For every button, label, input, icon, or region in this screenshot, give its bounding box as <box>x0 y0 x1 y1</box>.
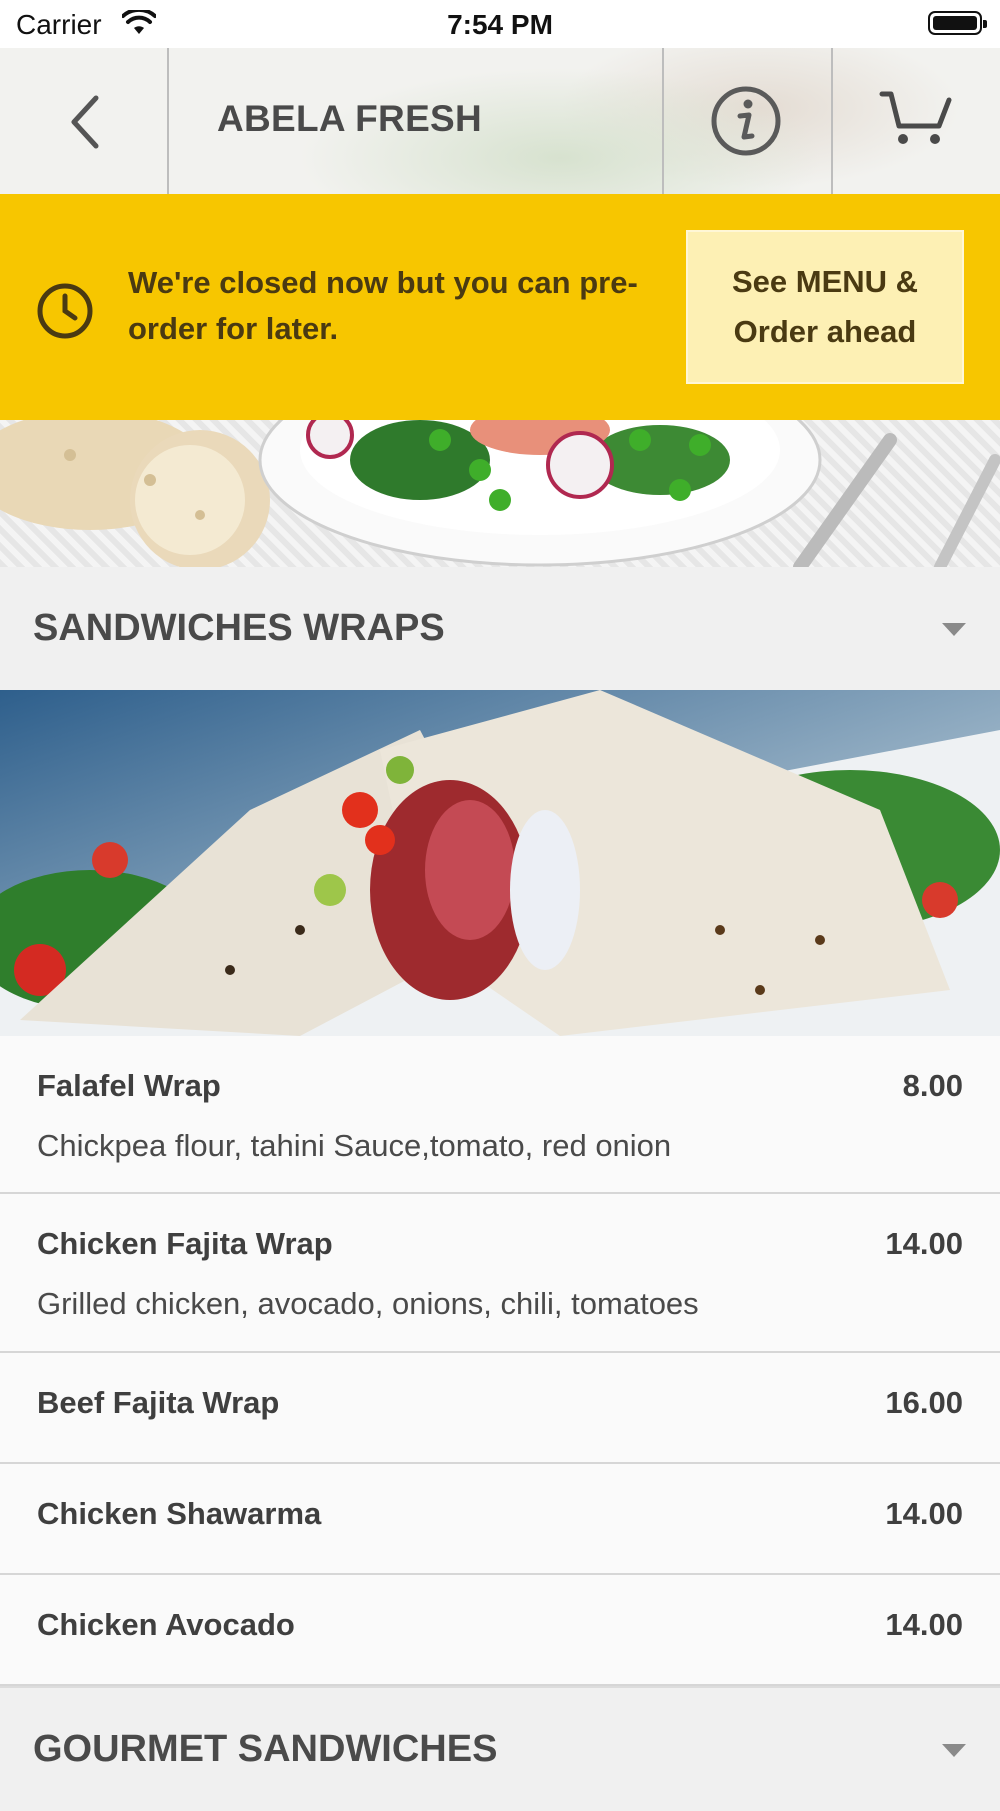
closed-banner: We're closed now but you can pre-order f… <box>0 194 1000 420</box>
chevron-down-icon <box>942 623 966 636</box>
info-icon <box>711 86 781 156</box>
restaurant-title: ABELA FRESH <box>217 98 483 139</box>
item-price: 14.00 <box>885 1226 963 1261</box>
salad-banner-image <box>0 420 1000 567</box>
cart-button[interactable] <box>833 48 1000 194</box>
category-header-gourmet-sandwiches[interactable]: GOURMET SANDWICHES <box>0 1686 1000 1811</box>
item-name: Chicken Shawarma <box>37 1496 322 1531</box>
item-name: Chicken Avocado <box>37 1607 295 1642</box>
wraps-category-image <box>0 690 1000 1036</box>
menu-item-chicken-shawarma[interactable]: Chicken Shawarma 14.00 <box>0 1464 1000 1575</box>
status-bar: Carrier 7:54 PM <box>0 0 1000 48</box>
status-time: 7:54 PM <box>447 9 553 40</box>
item-name: Falafel Wrap <box>37 1068 221 1103</box>
item-price: 14.00 <box>885 1496 963 1531</box>
chevron-down-icon <box>942 1744 966 1757</box>
menu-item-beef-fajita-wrap[interactable]: Beef Fajita Wrap 16.00 <box>0 1353 1000 1464</box>
category-title: GOURMET SANDWICHES <box>33 1728 498 1770</box>
category-header-sandwiches-wraps[interactable]: SANDWICHES WRAPS <box>0 567 1000 690</box>
info-button[interactable] <box>664 48 832 194</box>
item-description: Grilled chicken, avocado, onions, chili,… <box>37 1286 699 1321</box>
item-price: 8.00 <box>902 1068 963 1103</box>
menu-item-list: Falafel Wrap 8.00 Chickpea flour, tahini… <box>0 1036 1000 1686</box>
battery-icon <box>928 11 987 35</box>
salad-illustration <box>0 420 1000 567</box>
menu-item-falafel-wrap[interactable]: Falafel Wrap 8.00 Chickpea flour, tahini… <box>0 1036 1000 1194</box>
menu-item-chicken-avocado[interactable]: Chicken Avocado 14.00 <box>0 1575 1000 1686</box>
nav-divider <box>167 48 169 194</box>
order-button-line2: Order ahead <box>733 314 917 349</box>
wrap-illustration <box>0 690 1000 1036</box>
closed-message: We're closed now but you can pre-order f… <box>128 265 638 346</box>
see-menu-order-ahead-button[interactable]: See MENU & Order ahead <box>686 230 964 384</box>
item-name: Beef Fajita Wrap <box>37 1385 280 1420</box>
item-description: Chickpea flour, tahini Sauce,tomato, red… <box>37 1128 672 1163</box>
clock-icon <box>37 283 93 339</box>
cart-icon <box>879 91 952 144</box>
item-name: Chicken Fajita Wrap <box>37 1226 333 1261</box>
item-price: 14.00 <box>885 1607 963 1642</box>
item-price: 16.00 <box>885 1385 963 1420</box>
back-chevron-icon <box>71 95 99 149</box>
order-button-line1: See MENU & <box>731 264 919 299</box>
category-title: SANDWICHES WRAPS <box>33 607 445 649</box>
nav-bar: ABELA FRESH <box>0 48 1000 194</box>
menu-item-chicken-fajita-wrap[interactable]: Chicken Fajita Wrap 14.00 Grilled chicke… <box>0 1194 1000 1353</box>
back-button[interactable] <box>0 48 167 194</box>
